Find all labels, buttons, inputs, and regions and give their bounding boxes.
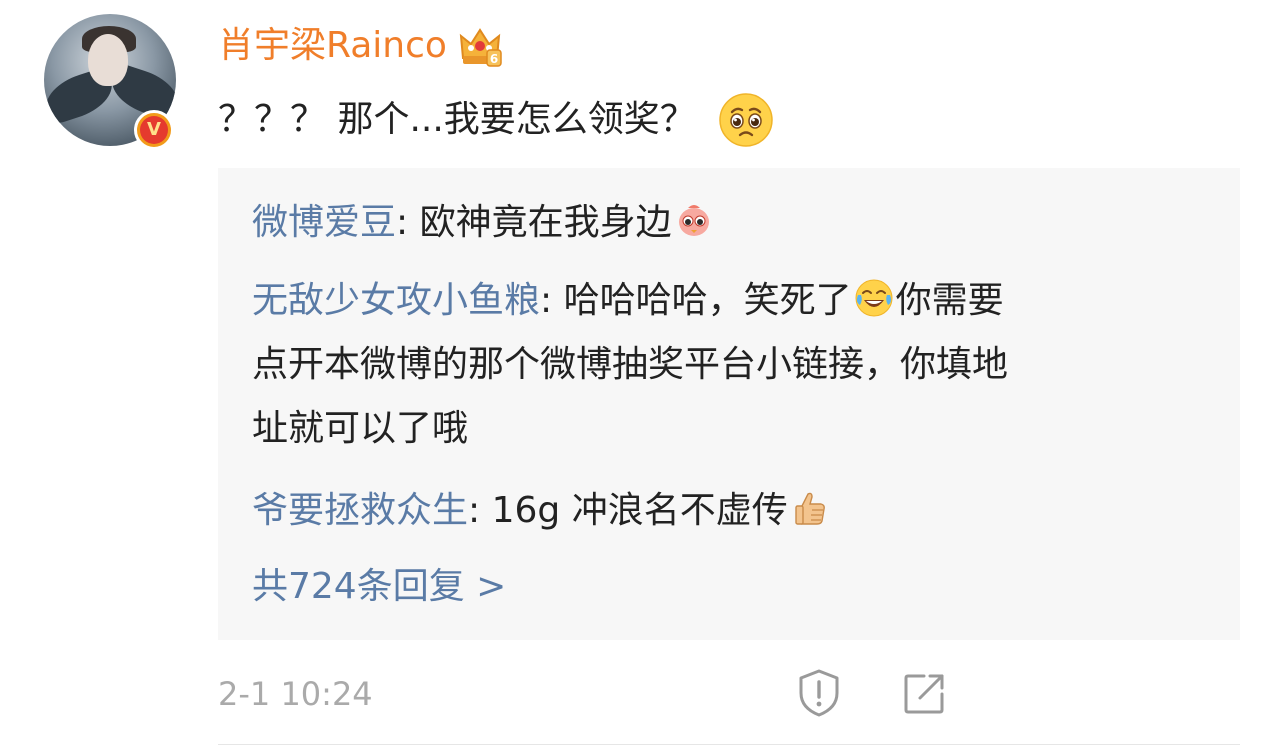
report-shield-icon[interactable]: [796, 668, 842, 718]
reply-nick[interactable]: 微博爱豆: [252, 202, 396, 243]
username-row: 肖宇梁Rainco 6: [218, 18, 503, 74]
reply-item[interactable]: 爷要拯救众生: 16g 冲浪名不虚传: [252, 480, 832, 542]
comment-text: ？？？ 那个...我要怎么领奖？: [218, 99, 696, 140]
crown-level-icon: 6: [459, 28, 502, 67]
reply-text: : 哈哈哈哈，笑死了: [540, 280, 852, 321]
verified-v-glyph: V: [140, 116, 168, 144]
timestamp: 2-1 10:24: [218, 675, 373, 713]
divider: [218, 744, 1240, 745]
reply-item[interactable]: 无敌少女攻小鱼粮: 哈哈哈哈，笑死了 你需要: [252, 270, 1004, 332]
avatar-face: [88, 34, 128, 86]
share-edit-icon[interactable]: [902, 672, 946, 716]
comment-footer: 2-1 10:24: [218, 664, 1240, 724]
more-replies-link[interactable]: 共724条回复 >: [252, 556, 506, 618]
reply-nick[interactable]: 爷要拯救众生: [252, 490, 468, 531]
username[interactable]: 肖宇梁Rainco: [218, 18, 447, 74]
reply-text-continued: 你需要: [895, 280, 1004, 321]
comment-card: V 肖宇梁Rainco 6 ？？？ 那个...我要怎么领奖？ 微博爱豆: 欧神竟…: [0, 0, 1284, 755]
reply-text-line: 点开本微博的那个微博抽奖平台小链接，你填地: [252, 344, 1009, 385]
comment-text-row: ？？？ 那个...我要怎么领奖？: [218, 90, 774, 150]
pleading-face-emoji-icon: [719, 93, 773, 147]
reply-text: : 16g 冲浪名不虚传: [468, 490, 788, 531]
reply-text-line: 址就可以了哦: [252, 408, 469, 449]
reply-text: : 欧神竟在我身边: [396, 202, 672, 243]
reply-item[interactable]: 微博爱豆: 欧神竟在我身边: [252, 192, 716, 254]
thumbs-up-emoji-icon: [795, 492, 825, 525]
laugh-cry-emoji-icon: [855, 279, 893, 317]
shy-chick-emoji-icon: [678, 205, 709, 236]
replies-box[interactable]: 微博爱豆: 欧神竟在我身边 无敌少女攻小鱼粮: 哈哈哈哈，笑死了 你需要 点开本…: [218, 168, 1240, 640]
reply-nick[interactable]: 无敌少女攻小鱼粮: [252, 280, 540, 321]
svg-text:6: 6: [490, 52, 498, 66]
verified-v-icon: V: [134, 110, 174, 150]
